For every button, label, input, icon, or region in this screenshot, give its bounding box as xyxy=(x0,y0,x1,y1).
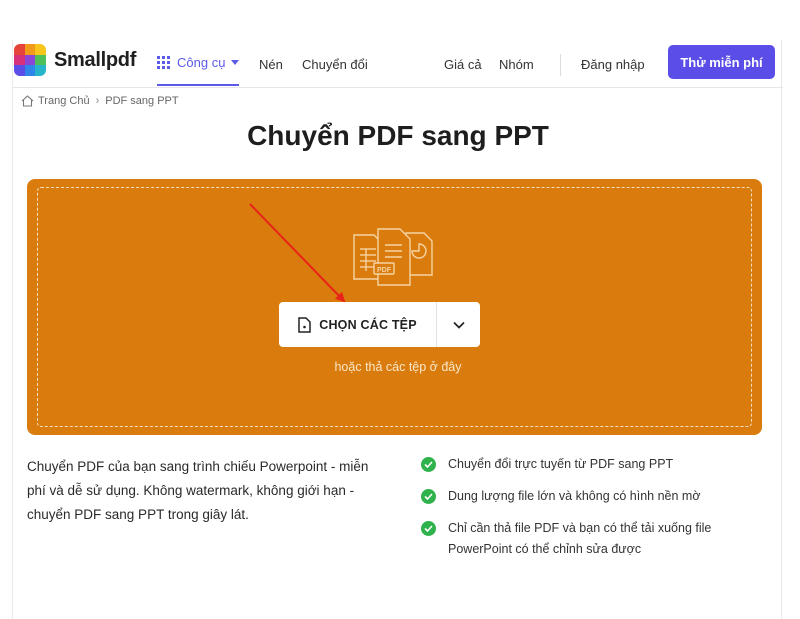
choose-files-button[interactable]: CHỌN CÁC TỆP xyxy=(279,302,436,347)
nav-tools-label: Công cụ xyxy=(177,55,226,70)
feature-text: Dung lượng file lớn và không có hình nền… xyxy=(448,489,701,503)
grid-icon xyxy=(157,56,170,69)
nav-divider xyxy=(560,54,561,76)
breadcrumb-current: PDF sang PPT xyxy=(105,95,179,107)
top-navbar: Smallpdf Công cụ Nén Chuyển đổi Giá cả N… xyxy=(13,40,783,88)
nav-compress-link[interactable]: Nén xyxy=(259,40,283,88)
chevron-down-icon xyxy=(452,321,465,329)
breadcrumb-home-link[interactable]: Trang Chủ xyxy=(38,95,90,107)
feature-text: Chỉ cần thả file PDF và bạn có thể tải x… xyxy=(448,521,712,556)
home-icon xyxy=(21,95,34,107)
check-circle-icon xyxy=(421,489,436,504)
breadcrumb-separator: › xyxy=(95,95,100,107)
choose-files-group: CHỌN CÁC TỆP xyxy=(279,302,480,347)
file-stack-illustration-icon: PDF xyxy=(353,228,433,286)
logo[interactable]: Smallpdf xyxy=(14,44,136,76)
feature-text: Chuyển đổi trực tuyến từ PDF sang PPT xyxy=(448,457,674,471)
login-link[interactable]: Đăng nhập xyxy=(581,40,645,88)
feature-list: Chuyển đổi trực tuyến từ PDF sang PPT Du… xyxy=(421,454,761,571)
check-circle-icon xyxy=(421,457,436,472)
feature-item: Dung lượng file lớn và không có hình nền… xyxy=(421,486,761,507)
page: Smallpdf Công cụ Nén Chuyển đổi Giá cả N… xyxy=(12,40,783,619)
nav-tools-menu[interactable]: Công cụ xyxy=(157,40,240,86)
pdf-badge-text: PDF xyxy=(377,267,392,274)
drop-hint-text: hoặc thả các tệp ở đây xyxy=(334,360,462,374)
tool-description: Chuyển PDF của bạn sang trình chiếu Powe… xyxy=(27,459,369,522)
check-circle-icon xyxy=(421,521,436,536)
breadcrumb: Trang Chủ › PDF sang PPT xyxy=(21,95,179,107)
file-icon xyxy=(298,316,311,333)
feature-item: Chuyển đổi trực tuyến từ PDF sang PPT xyxy=(421,454,761,475)
nav-convert-link[interactable]: Chuyển đổi xyxy=(302,40,368,88)
choose-files-label: CHỌN CÁC TỆP xyxy=(319,317,417,332)
free-trial-button[interactable]: Thử miễn phí xyxy=(668,45,775,79)
feature-item: Chỉ cần thả file PDF và bạn có thể tải x… xyxy=(421,518,761,560)
choose-source-dropdown[interactable] xyxy=(436,302,480,347)
smallpdf-logo-icon xyxy=(14,44,46,76)
logo-text: Smallpdf xyxy=(54,48,137,71)
page-title: Chuyển PDF sang PPT xyxy=(247,120,549,151)
caret-down-icon xyxy=(231,60,240,65)
nav-team-link[interactable]: Nhóm xyxy=(499,40,534,88)
nav-pricing-link[interactable]: Giá cả xyxy=(444,40,482,88)
